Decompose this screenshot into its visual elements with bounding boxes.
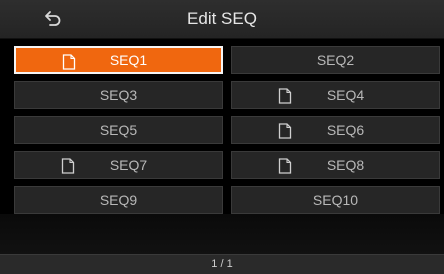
seq-cell-label: SEQ9 <box>99 192 138 208</box>
empty-area <box>0 214 444 254</box>
seq-cell-9[interactable]: SEQ9 <box>14 186 223 214</box>
seq-cell-7[interactable]: SEQ7 <box>14 151 223 179</box>
seq-cell-label: SEQ4 <box>326 87 365 103</box>
footer-bar: 1 / 1 <box>0 254 444 274</box>
seq-cell-4[interactable]: SEQ4 <box>231 81 440 109</box>
header-bar: Edit SEQ <box>0 0 444 39</box>
seq-cell-5[interactable]: SEQ5 <box>14 116 223 144</box>
seq-cell-label: SEQ3 <box>99 87 138 103</box>
seq-cell-label: SEQ7 <box>109 157 148 173</box>
seq-cell-2[interactable]: SEQ2 <box>231 46 440 74</box>
seq-cell-label: SEQ6 <box>326 122 365 138</box>
seq-cell-label: SEQ1 <box>109 52 148 68</box>
seq-cell-10[interactable]: SEQ10 <box>231 186 440 214</box>
seq-cell-label: SEQ10 <box>312 192 359 208</box>
seq-cell-1[interactable]: SEQ1 <box>14 46 223 74</box>
page-indicator: 1 / 1 <box>211 258 233 270</box>
seq-cell-label: SEQ5 <box>99 122 138 138</box>
seq-cell-label: SEQ8 <box>326 157 365 173</box>
seq-cell-6[interactable]: SEQ6 <box>231 116 440 144</box>
seq-cell-3[interactable]: SEQ3 <box>14 81 223 109</box>
seq-cell-8[interactable]: SEQ8 <box>231 151 440 179</box>
page-title: Edit SEQ <box>187 9 257 28</box>
seq-cell-label: SEQ2 <box>316 52 355 68</box>
